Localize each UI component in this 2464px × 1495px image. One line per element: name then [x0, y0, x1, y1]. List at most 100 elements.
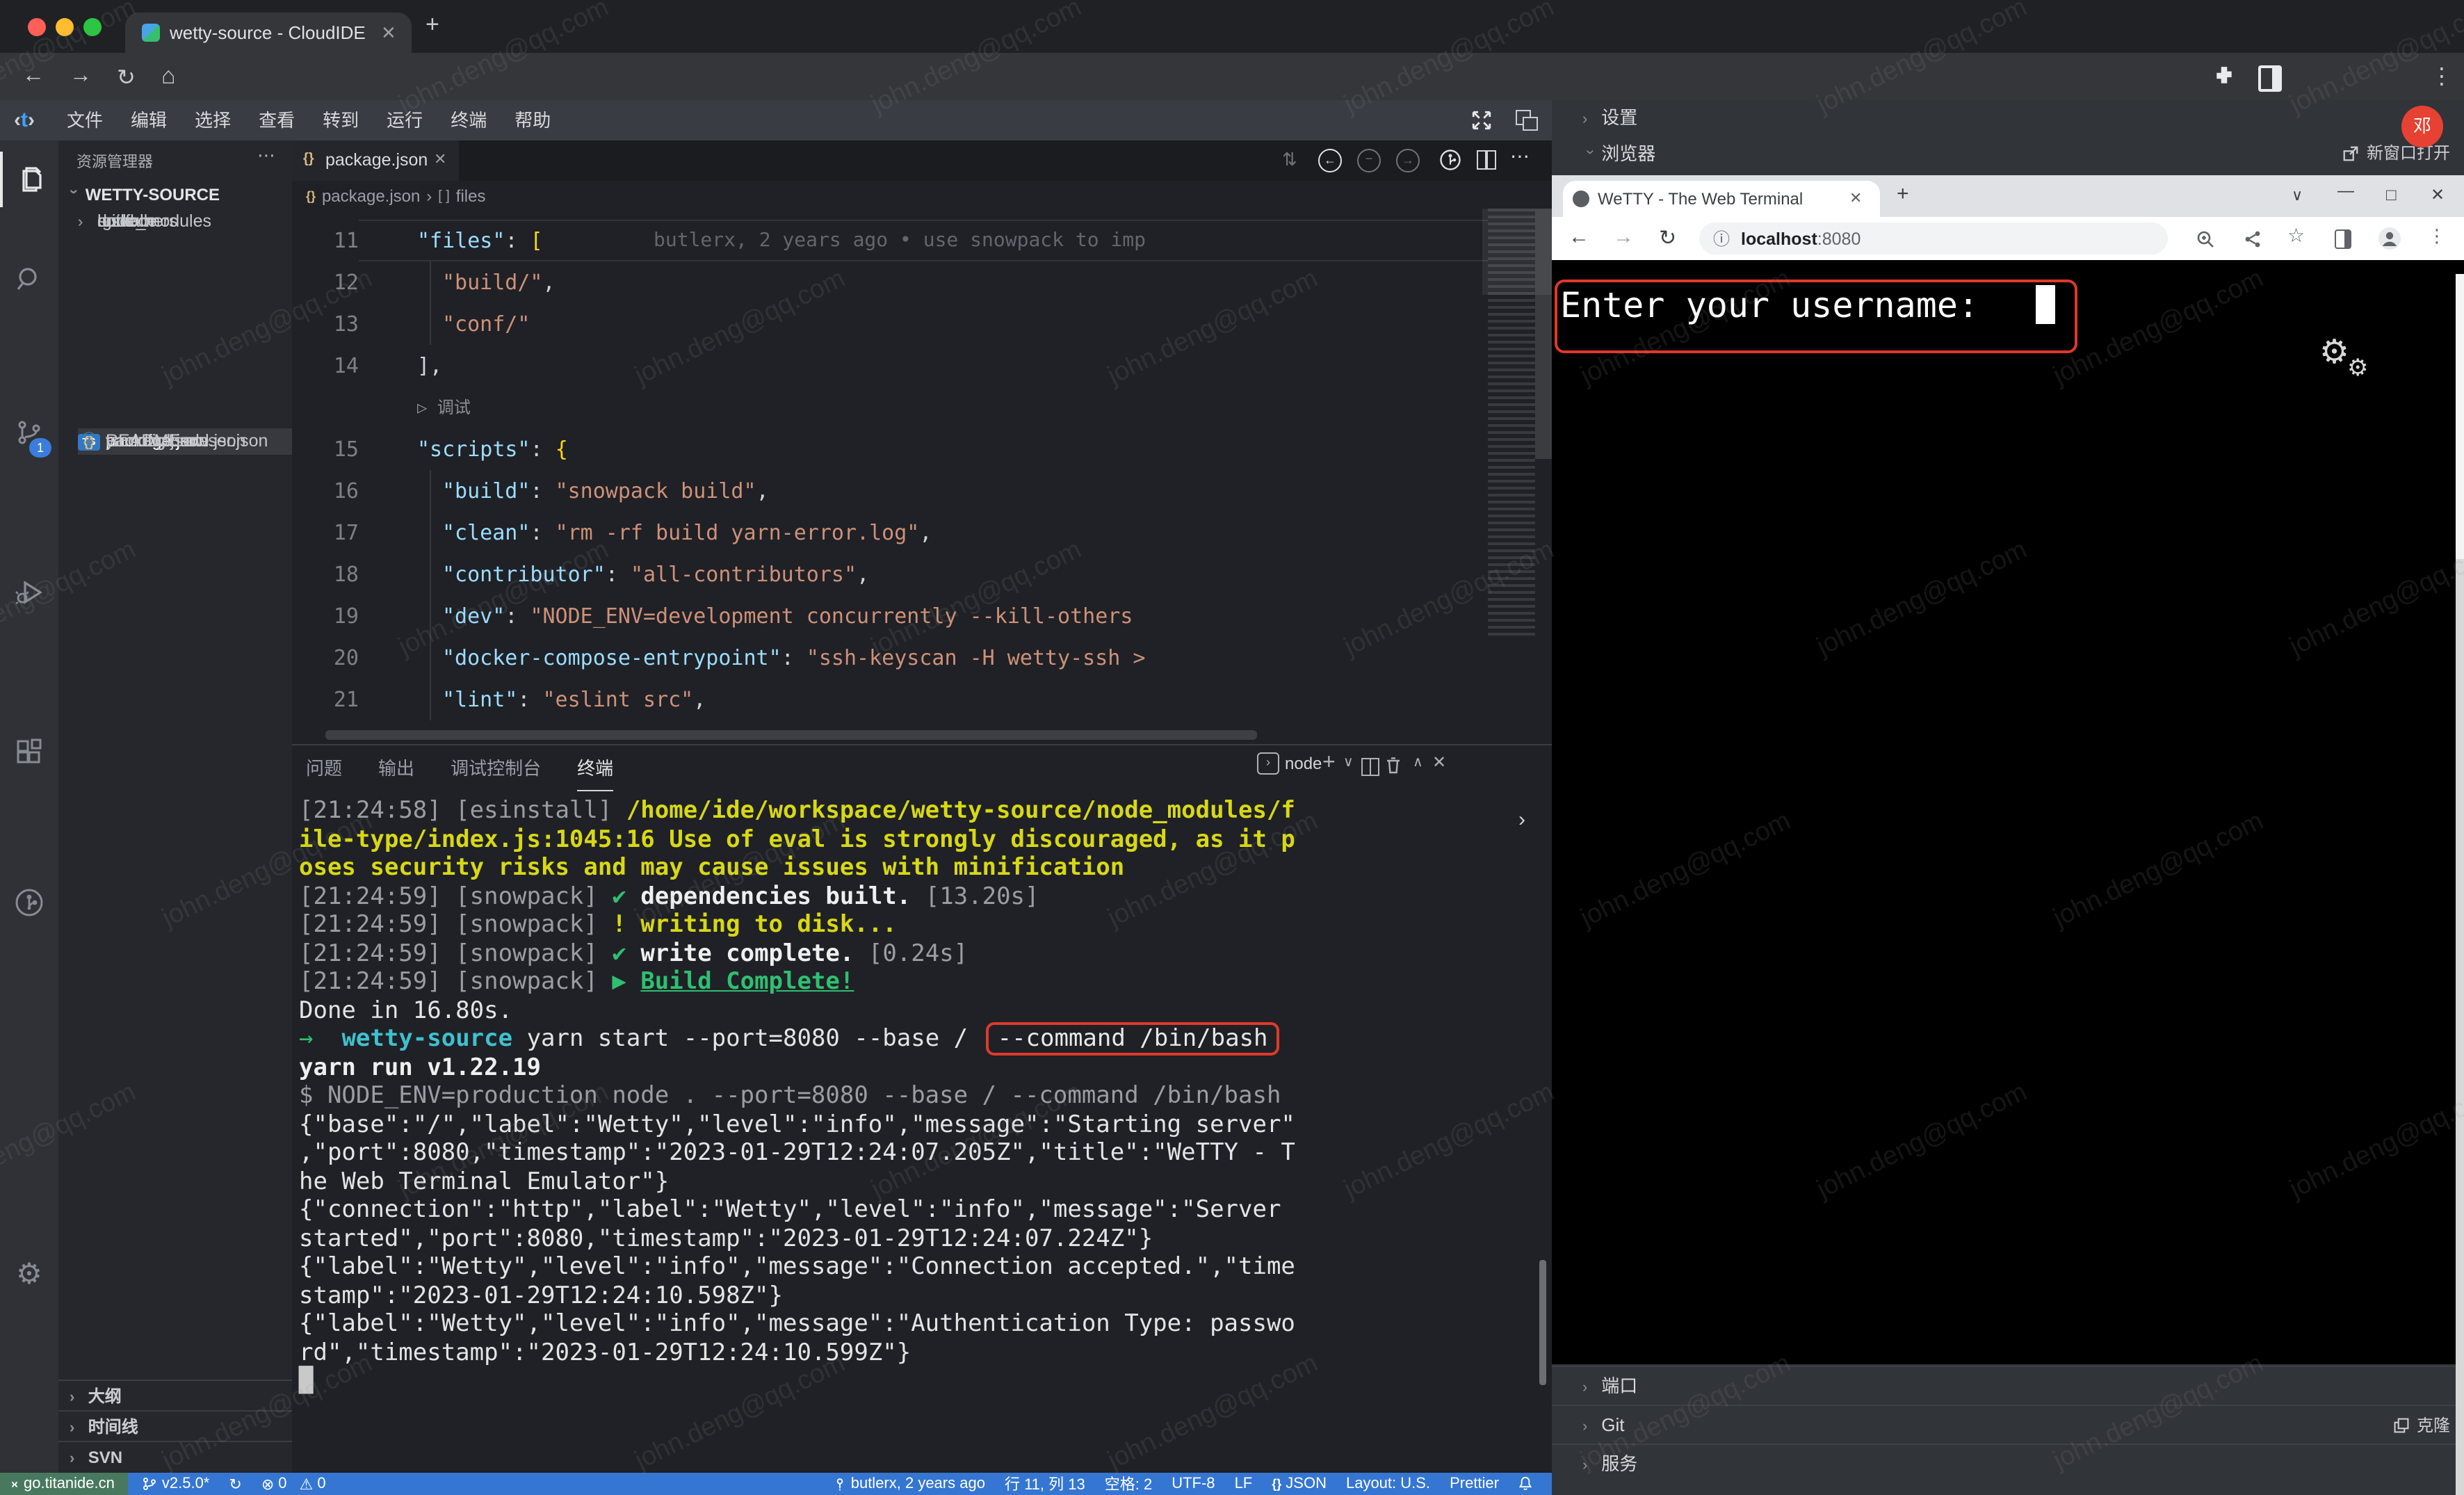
code-line[interactable]: 15"scripts": {	[292, 428, 1488, 470]
split-editor-icon[interactable]	[1477, 150, 1496, 170]
webview-tab-close-icon[interactable]: ✕	[1849, 189, 1862, 207]
remote-indicator[interactable]: ›‹ go.titanide.cn	[0, 1473, 129, 1495]
folder-item[interactable]: ›src	[78, 209, 311, 236]
wetty-terminal[interactable]: Enter your username: ⚙ ⚙	[1552, 260, 2464, 1364]
extensions-puzzle-icon[interactable]	[2214, 65, 2235, 86]
menu-item[interactable]: 查看	[245, 100, 309, 140]
menu-item[interactable]: 文件	[53, 100, 117, 140]
svn-circle-icon[interactable]	[0, 875, 58, 930]
webview-reload-icon[interactable]: ↻	[1659, 225, 1676, 250]
blame-status[interactable]: butlerx, 2 years ago	[833, 1476, 985, 1492]
code-line[interactable]: 17"clean": "rm -rf build yarn-error.log"…	[292, 512, 1488, 553]
terminal-scrollbar[interactable]	[1539, 1260, 1546, 1385]
compare-changes-icon[interactable]: ⇅	[1282, 149, 1297, 171]
webview-url-bar[interactable]: ⓘ localhost:8080	[1699, 223, 2168, 254]
mac-minimize-button[interactable]	[56, 18, 74, 36]
extensions-icon[interactable]	[0, 725, 58, 780]
panel-tab[interactable]: 调试控制台	[451, 748, 541, 790]
menu-item[interactable]: 终端	[437, 100, 501, 140]
formatter[interactable]: Prettier	[1450, 1476, 1499, 1492]
webview-profile-icon[interactable]	[2378, 227, 2401, 250]
panel-tab[interactable]: 输出	[378, 748, 414, 790]
panel-tab[interactable]: 问题	[306, 748, 342, 790]
webview-tab[interactable]: WeTTY - The Web Terminal ✕	[1563, 181, 1880, 217]
kill-terminal-icon[interactable]	[1384, 755, 1403, 776]
webview-sidebar-icon[interactable]	[2335, 229, 2351, 249]
search-icon[interactable]	[0, 252, 58, 307]
maximize-panel-icon[interactable]: ∧	[1413, 755, 1423, 770]
branch-status[interactable]: v2.5.0*	[143, 1476, 210, 1492]
menu-item[interactable]: 编辑	[117, 100, 181, 140]
gitlens-icon[interactable]	[1438, 147, 1463, 172]
manage-gear-icon[interactable]: ⚙	[0, 1246, 58, 1302]
run-debug-icon[interactable]	[0, 565, 58, 620]
editor-tab-close-icon[interactable]: ✕	[434, 150, 446, 168]
menu-item[interactable]: 转到	[309, 100, 373, 140]
explorer-root[interactable]: › WETTY-SOURCE	[67, 181, 220, 209]
services-section[interactable]: › 服务	[1552, 1444, 2464, 1484]
code-line[interactable]: 12"build/",	[292, 261, 1488, 303]
back-icon[interactable]: ←	[22, 64, 44, 89]
webview-forward-icon[interactable]: →	[1613, 225, 1634, 249]
webview-scrollbar-thumb[interactable]	[2456, 274, 2464, 559]
chrome-menu-icon[interactable]: ⋮	[2431, 63, 2453, 90]
webview-new-tab-icon[interactable]: +	[1897, 182, 1909, 206]
webview-close-icon[interactable]: ✕	[2431, 185, 2445, 204]
fullscreen-icon[interactable]	[1471, 110, 1492, 131]
source-control-icon[interactable]: 1	[0, 405, 58, 460]
next-change-icon[interactable]: →	[1396, 149, 1420, 172]
home-icon[interactable]: ⌂	[161, 63, 176, 90]
code-line[interactable]: 13"conf/"	[292, 303, 1488, 345]
webview-minimize-icon[interactable]: —	[2337, 181, 2354, 200]
user-avatar[interactable]: 邓	[2401, 106, 2443, 147]
new-tab-button[interactable]: +	[425, 11, 439, 39]
tab-close-icon[interactable]: ✕	[381, 22, 396, 45]
reload-icon[interactable]: ↻	[117, 64, 136, 92]
split-terminal-icon[interactable]	[1361, 758, 1379, 776]
code-line[interactable]: 21"lint": "eslint src",	[292, 679, 1488, 720]
panel-expand-chevron[interactable]: ›	[1518, 808, 1525, 832]
notifications-bell-icon[interactable]	[1518, 1476, 1532, 1492]
layout-icon[interactable]	[1516, 110, 1531, 125]
encoding[interactable]: UTF-8	[1172, 1476, 1215, 1492]
wetty-settings-gear-icon[interactable]: ⚙	[2319, 332, 2349, 373]
editor-more-icon[interactable]: ⋯	[1510, 145, 1530, 168]
code-line[interactable]: 20"docker-compose-entrypoint": "ssh-keys…	[292, 637, 1488, 679]
wetty-settings-gear-icon-small[interactable]: ⚙	[2347, 355, 2369, 382]
settings-section[interactable]: › 设置	[1552, 100, 2464, 135]
sync-status[interactable]: ↻	[229, 1475, 241, 1493]
webview-window-menu-icon[interactable]: ∨	[2292, 186, 2303, 204]
file-item[interactable]: ●yarn.lock	[78, 428, 311, 455]
outline-section[interactable]: › 大纲	[58, 1380, 303, 1412]
shell-selector[interactable]: › node	[1257, 752, 1322, 775]
menu-item[interactable]: 选择	[181, 100, 245, 140]
keyboard-layout[interactable]: Layout: U.S.	[1346, 1476, 1430, 1492]
code-line[interactable]: 19"dev": "NODE_ENV=development concurren…	[292, 595, 1488, 637]
problems-status[interactable]: ⊗0 ⚠0	[261, 1475, 326, 1493]
webview-star-icon[interactable]: ☆	[2287, 224, 2305, 248]
svn-section[interactable]: › SVN	[58, 1441, 303, 1473]
language-mode[interactable]: {}JSON	[1272, 1476, 1327, 1492]
explorer-icon[interactable]	[0, 152, 61, 207]
indentation[interactable]: 空格: 2	[1105, 1473, 1152, 1495]
prev-change-icon[interactable]: ←	[1318, 149, 1342, 172]
code-line[interactable]: 16"build": "snowpack build",	[292, 470, 1488, 512]
webview-restore-icon[interactable]: □	[2386, 185, 2397, 204]
zoom-icon[interactable]	[2196, 229, 2215, 249]
panel-tab[interactable]: 终端	[577, 748, 613, 791]
explorer-more-icon[interactable]: ⋯	[257, 145, 275, 167]
close-panel-icon[interactable]: ✕	[1432, 752, 1446, 772]
git-section[interactable]: › Git 克隆	[1552, 1405, 2464, 1445]
code-line[interactable]: 14],	[292, 345, 1488, 387]
clone-button[interactable]: 克隆	[2393, 1406, 2450, 1445]
editor-tab-package-json[interactable]: {} package.json ✕	[292, 140, 459, 181]
webview-back-icon[interactable]: ←	[1569, 225, 1589, 249]
new-terminal-icon[interactable]: +	[1322, 751, 1336, 776]
cursor-position[interactable]: 行 11, 列 13	[1005, 1473, 1085, 1495]
eol[interactable]: LF	[1235, 1476, 1253, 1492]
current-change-icon[interactable]: −	[1357, 149, 1381, 172]
menu-item[interactable]: 帮助	[501, 100, 565, 140]
timeline-section[interactable]: › 时间线	[58, 1410, 303, 1442]
editor-hscrollbar[interactable]	[325, 730, 1257, 740]
sidebar-toggle-icon[interactable]	[2258, 65, 2282, 92]
